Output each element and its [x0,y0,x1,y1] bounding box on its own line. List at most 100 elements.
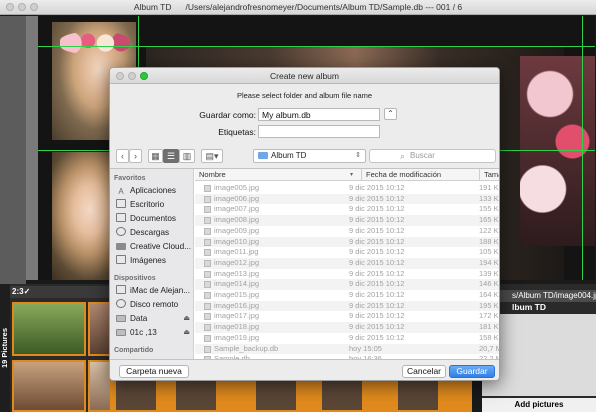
file-row[interactable]: image017.jpg 9 dic 2015 10:12 172 K [195,311,499,322]
filmstrip-page[interactable] [398,380,438,410]
location-popup[interactable]: Album TD ⇕ [253,149,366,163]
forward-button[interactable]: › [129,149,142,163]
sidebar-item-creative-cloud[interactable]: Creative Cloud... [116,241,193,253]
file-icon [204,259,211,267]
save-as-field[interactable]: My album.db [258,108,380,121]
file-icon [204,270,211,278]
file-row[interactable]: image010.jpg 9 dic 2015 10:12 188 K [195,236,499,248]
file-browser-toolbar: ‹ › ▦ ☰ ▥ ▤▾ Album TD ⇕ ⌕ Buscar [110,148,499,166]
file-row[interactable]: image016.jpg 9 dic 2015 10:12 195 K [195,300,499,312]
file-date: hoy 15:05 [349,343,382,353]
file-icon [204,206,211,214]
sidebar-item-desktop[interactable]: Escritorio [116,199,193,211]
thumbnail[interactable] [12,360,86,412]
chevron-left-icon: ‹ [121,151,124,161]
sidebar-item-pictures[interactable]: Imágenes [116,255,193,267]
sidebar-item-imac[interactable]: iMac de Alejan... [116,285,193,297]
file-name: image017.jpg [214,311,260,321]
window-title: Album TD/Users/alejandrofresnomeyer/Docu… [0,2,596,12]
sidebar-item-label: Documentos [130,214,176,223]
eject-icon[interactable]: ⏏ [183,327,190,339]
file-size: 105 K [479,247,499,257]
sidebar-item-label: Creative Cloud... [130,242,191,251]
filmstrip-page[interactable] [176,380,216,410]
file-row[interactable]: Sample_backup.db hoy 15:05 20,7 M [195,343,499,355]
search-field[interactable]: ⌕ Buscar [369,149,496,163]
cancel-button[interactable]: Cancelar [402,365,446,378]
file-row[interactable]: image015.jpg 9 dic 2015 10:12 164 K [195,290,499,301]
finder-sidebar: Favoritos A Aplicaciones Escritorio Docum… [110,169,194,359]
file-icon [204,281,211,289]
file-name: image008.jpg [214,215,260,225]
file-icon [204,249,211,257]
filmstrip-page[interactable] [256,380,296,410]
arrange-button[interactable]: ▤▾ [201,149,223,163]
sidebar-item-label: Imágenes [130,256,166,265]
eject-icon[interactable]: ⏏ [183,313,190,325]
sidebar-item-applications[interactable]: A Aplicaciones [116,185,193,197]
filmstrip-page[interactable] [116,380,156,410]
filmstrip-page[interactable] [322,380,362,410]
column-header-date[interactable]: Fecha de modificación [361,169,479,181]
file-row[interactable]: image013.jpg 9 dic 2015 10:12 139 K [195,268,499,280]
remote-disc-icon [116,299,126,308]
file-row[interactable]: image009.jpg 9 dic 2015 10:12 122 K [195,225,499,237]
back-button[interactable]: ‹ [116,149,129,163]
file-date: 9 dic 2015 10:12 [349,300,405,310]
file-row[interactable]: image018.jpg 9 dic 2015 10:12 181 K [195,322,499,333]
file-name: Sample_backup.db [214,343,279,353]
sidebar-item-documents[interactable]: Documentos [116,213,193,225]
imac-icon [116,285,126,294]
file-row[interactable]: image011.jpg 9 dic 2015 10:12 105 K [195,247,499,258]
sidebar-item-volume[interactable]: 01c ,13 ⏏ [116,327,193,339]
file-size: 191 K [479,183,499,192]
file-browser: Favoritos A Aplicaciones Escritorio Docum… [110,168,499,360]
file-row[interactable]: image019.jpg 9 dic 2015 10:12 158 K [195,332,499,344]
sidebar-item-downloads[interactable]: Descargas [116,227,193,239]
list-view-button[interactable]: ☰ [163,149,179,163]
file-icon [204,334,211,342]
file-name: image009.jpg [214,225,260,235]
file-row[interactable]: image007.jpg 9 dic 2015 10:12 155 K [195,204,499,215]
file-row[interactable]: image008.jpg 9 dic 2015 10:12 165 K [195,215,499,226]
sidebar-item-label: Aplicaciones [130,186,176,195]
file-icon [204,195,211,203]
column-header-size[interactable]: Tamañ [479,169,499,181]
sidebar-item-label: Descargas [130,228,170,237]
file-row[interactable]: image005.jpg 9 dic 2015 10:12 191 K [195,183,499,194]
file-row[interactable]: Sample.db hoy 16:36 22,2 M [195,354,499,359]
file-row[interactable]: image006.jpg 9 dic 2015 10:12 133 K [195,193,499,205]
new-folder-button[interactable]: Carpeta nueva [119,365,189,378]
icon-view-button[interactable]: ▦ [148,149,163,163]
thumbnails-toolbar[interactable]: 2:3✓ [10,286,112,298]
file-date: hoy 16:36 [349,354,382,359]
column-header-name[interactable]: Nombre [195,169,345,181]
sidebar-item-data[interactable]: Data ⏏ [116,313,193,325]
file-name: image019.jpg [214,332,260,342]
file-list[interactable]: Nombre ▾ Fecha de modificación Tamañ ima… [195,169,499,359]
sidebar-item-remote-disc[interactable]: Disco remoto [116,299,193,311]
photo-flowers[interactable] [520,56,595,246]
file-date: 9 dic 2015 10:12 [349,257,405,267]
file-row[interactable]: image012.jpg 9 dic 2015 10:12 194 K [195,257,499,269]
file-icon [204,185,211,192]
column-view-button[interactable]: ▥ [179,149,195,163]
file-row[interactable]: image014.jpg 9 dic 2015 10:12 146 K [195,279,499,290]
file-date: 9 dic 2015 10:12 [349,204,405,214]
file-size: 139 K [479,268,499,278]
file-list-header: Nombre ▾ Fecha de modificación Tamañ [195,169,499,181]
documents-icon [116,213,126,222]
file-size: 194 K [479,257,499,267]
sidebar-item-label: Escritorio [130,200,165,209]
thumbnail[interactable] [12,302,86,356]
save-button[interactable]: Guardar [449,365,495,378]
chevron-right-icon: › [134,151,137,161]
shared-header: Compartido [114,347,154,354]
file-size: 181 K [479,322,499,332]
add-pictures-button[interactable]: Add pictures [482,398,596,412]
location-label: Album TD [271,151,307,160]
expand-dialog-button[interactable]: ⌃ [384,108,397,120]
file-icon [204,217,211,225]
tags-field[interactable] [258,125,380,138]
file-size: 122 K [479,225,499,235]
